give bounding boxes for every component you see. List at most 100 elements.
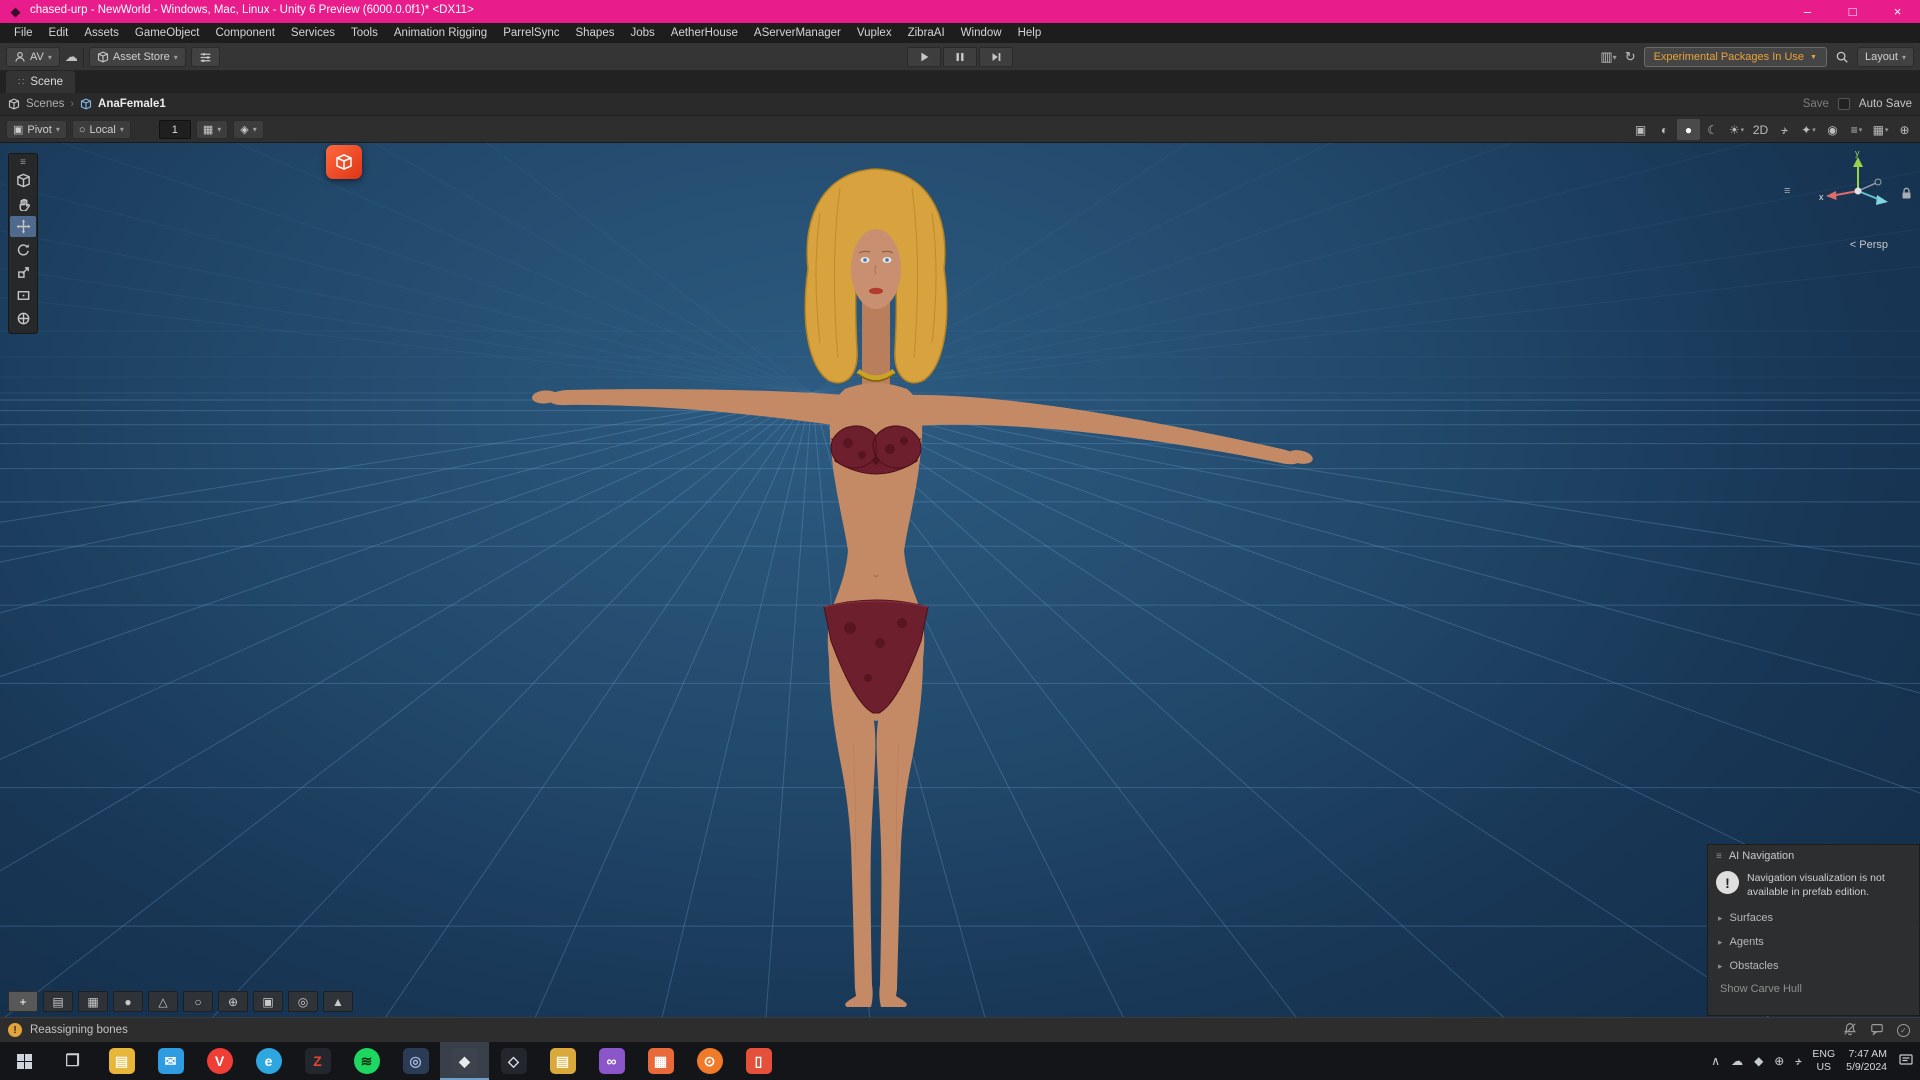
visual-studio[interactable]: ∞ [587, 1042, 636, 1080]
project-folder[interactable]: ▤ [538, 1042, 587, 1080]
move-tool[interactable] [10, 216, 36, 237]
grid-overlay-button[interactable]: ▦ [78, 991, 108, 1012]
shading-mode-button[interactable]: ◐ [1653, 119, 1676, 140]
selection-overlay-button[interactable]: ▣ [253, 991, 283, 1012]
pause-button[interactable] [943, 47, 977, 67]
gizmo-menu-icon[interactable]: ≡ [1784, 185, 1790, 197]
vivaldi-browser[interactable]: V [195, 1042, 244, 1080]
search-button[interactable] [1835, 50, 1849, 64]
grid-size-field[interactable] [159, 120, 191, 139]
mail-app[interactable]: ✉ [146, 1042, 195, 1080]
asset-store-button[interactable]: Asset Store▾ [89, 47, 186, 67]
tray-clock[interactable]: 7:47 AM5/9/2024 [1846, 1048, 1887, 1074]
perspective-toggle[interactable]: < Persp [1850, 239, 1888, 251]
grid-snap-button[interactable]: ▦▾ [196, 120, 228, 139]
experimental-packages-button[interactable]: Experimental Packages In Use▼ [1644, 47, 1827, 67]
asset-package-badge[interactable] [326, 145, 362, 179]
breadcrumb-scenes[interactable]: Scenes [26, 98, 64, 110]
crosshair-overlay-button[interactable]: ⊕ [218, 991, 248, 1012]
undo-history-button[interactable]: ↻ [1625, 49, 1636, 65]
menu-shapes[interactable]: Shapes [567, 27, 622, 39]
dark-app[interactable]: ◎ [391, 1042, 440, 1080]
panel-overlay-button[interactable]: ▤ [43, 991, 73, 1012]
menu-jobs[interactable]: Jobs [622, 27, 662, 39]
tray-language[interactable]: ENGUS [1812, 1048, 1835, 1074]
menu-aetherhouse[interactable]: AetherHouse [663, 27, 746, 39]
effects-menu[interactable]: ✦▾ [1797, 119, 1820, 140]
onedrive-icon[interactable]: ☁ [1731, 1054, 1743, 1068]
terrain-overlay-button[interactable]: ▲ [323, 991, 353, 1012]
cloud-icon[interactable]: ☁ [65, 49, 78, 65]
lighting-toggle[interactable]: ● [1677, 119, 1700, 140]
menu-file[interactable]: File [6, 27, 41, 39]
console-message-icon[interactable] [1870, 1022, 1884, 1039]
volume-muted-icon[interactable]: ♪ [1795, 1054, 1801, 1068]
scale-tool[interactable] [10, 262, 36, 283]
background-tasks-icon[interactable]: ✓ [1897, 1024, 1910, 1037]
scene-light-menu[interactable]: ☀▾ [1725, 119, 1748, 140]
layers-menu[interactable]: ≡▾ [1845, 119, 1868, 140]
menu-zibraai[interactable]: ZibraAI [900, 27, 953, 39]
menu-vuplex[interactable]: Vuplex [849, 27, 900, 39]
notification-center-button[interactable] [1898, 1052, 1914, 1071]
services-button[interactable] [191, 47, 220, 67]
tool-palette-handle[interactable]: ≡ [20, 156, 26, 169]
tray-expand-button[interactable]: ∧ [1711, 1054, 1720, 1068]
orientation-overlay-button[interactable]: ● [113, 991, 143, 1012]
menu-parrelsync[interactable]: ParrelSync [495, 27, 567, 39]
character-model[interactable] [0, 143, 1920, 1017]
maximize-button[interactable]: □ [1830, 0, 1875, 23]
ai-nav-item-agents[interactable]: ▸Agents [1708, 930, 1919, 954]
office-app[interactable]: ▦ [636, 1042, 685, 1080]
collab-dropdown[interactable]: ▥▾ [1600, 49, 1616, 65]
snap-settings-button[interactable]: ◈▾ [233, 120, 263, 139]
handle-rotation-dropdown[interactable]: ○ Local▾ [72, 120, 131, 139]
shapes-overlay-button[interactable]: △ [148, 991, 178, 1012]
unity-editor[interactable]: ◆ [440, 1042, 489, 1080]
renderdoc-button[interactable]: ▣ [1629, 119, 1652, 140]
rect-tool[interactable] [10, 285, 36, 306]
minimize-button[interactable]: – [1785, 0, 1830, 23]
menu-aservermanager[interactable]: AServerManager [746, 27, 849, 39]
security-icon[interactable]: ◆ [1754, 1054, 1763, 1068]
search-overlay-button[interactable]: ○ [183, 991, 213, 1012]
account-dropdown[interactable]: AV▾ [6, 47, 60, 67]
menu-tools[interactable]: Tools [343, 27, 386, 39]
status-message[interactable]: Reassigning bones [30, 1024, 128, 1036]
mode-2d-toggle[interactable]: 2D [1749, 119, 1772, 140]
save-button[interactable]: Save [1803, 98, 1829, 110]
step-button[interactable] [979, 47, 1013, 67]
skybox-toggle[interactable]: ☾ [1701, 119, 1724, 140]
tab-scene[interactable]: ∷ Scene [6, 71, 75, 93]
lock-icon[interactable] [1901, 187, 1912, 203]
ai-nav-item-surfaces[interactable]: ▸Surfaces [1708, 906, 1919, 930]
menu-animation-rigging[interactable]: Animation Rigging [386, 27, 495, 39]
axis-gizmo[interactable]: y x [1818, 149, 1898, 229]
ai-nav-item-show-carve-hull[interactable]: Show Carve Hull [1708, 978, 1919, 1000]
compass-overlay-button[interactable]: ◎ [288, 991, 318, 1012]
menu-window[interactable]: Window [953, 27, 1010, 39]
menu-component[interactable]: Component [207, 27, 282, 39]
scene-visibility-toggle[interactable]: ◉ [1821, 119, 1844, 140]
rotate-tool[interactable] [10, 239, 36, 260]
menu-edit[interactable]: Edit [41, 27, 77, 39]
ai-nav-menu-icon[interactable]: ≡ [1716, 851, 1722, 862]
autosave-checkbox[interactable] [1838, 98, 1850, 110]
unity-hub[interactable]: ◇ [489, 1042, 538, 1080]
start-button[interactable] [0, 1042, 48, 1080]
ai-nav-item-obstacles[interactable]: ▸Obstacles [1708, 954, 1919, 978]
menu-help[interactable]: Help [1010, 27, 1050, 39]
blender[interactable]: ⊙ [685, 1042, 734, 1080]
menu-assets[interactable]: Assets [76, 27, 127, 39]
document-app[interactable]: ▯ [734, 1042, 783, 1080]
notifications-muted-icon[interactable] [1843, 1022, 1857, 1039]
close-button[interactable]: × [1875, 0, 1920, 23]
play-button[interactable] [907, 47, 941, 67]
pivot-dropdown[interactable]: ▣ Pivot▾ [6, 120, 67, 139]
audio-muted-toggle[interactable]: ♪ [1773, 119, 1796, 140]
spotify[interactable]: ≋ [342, 1042, 391, 1080]
tools-overlay-button[interactable]: + [8, 991, 38, 1012]
view-cube-tool[interactable] [10, 170, 36, 191]
file-explorer[interactable]: ▤ [97, 1042, 146, 1080]
network-icon[interactable]: ⊕ [1774, 1054, 1784, 1068]
